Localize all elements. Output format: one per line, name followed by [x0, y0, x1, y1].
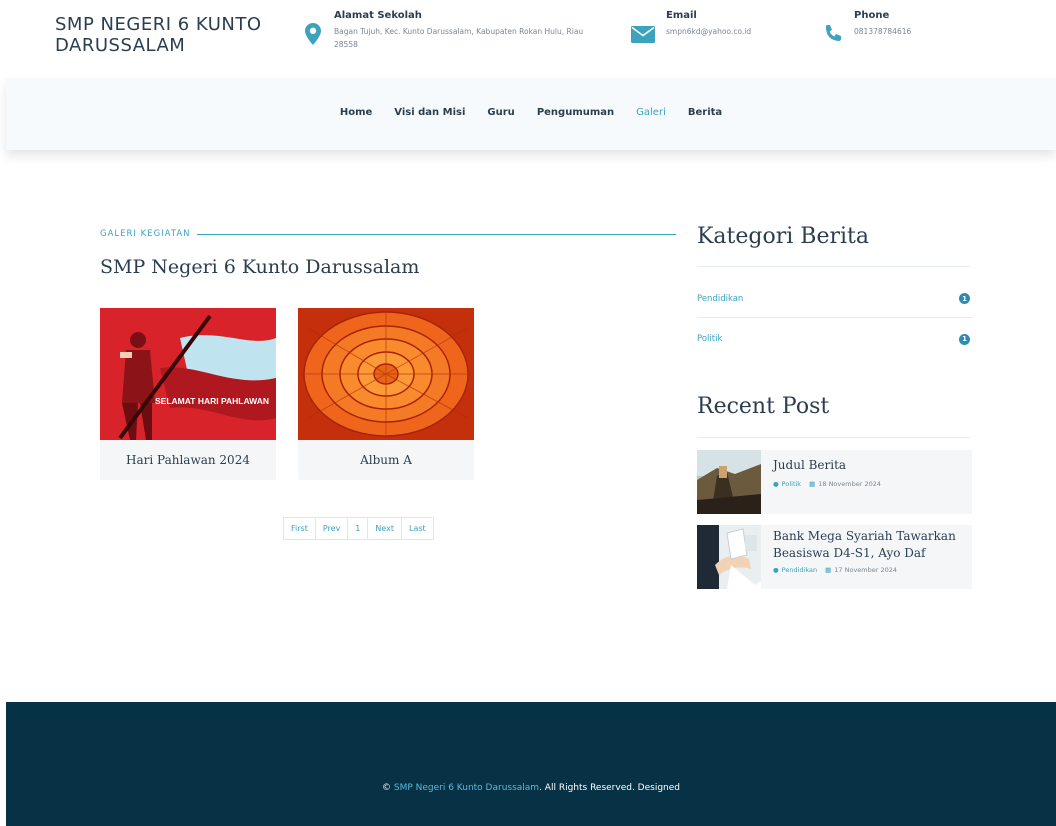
footer-rights-text: . All Rights Reserved. Designed [539, 783, 681, 793]
pager-next[interactable]: Next [368, 518, 403, 539]
phone-info: Phone 081378784616 [822, 10, 911, 48]
category-count-badge: 1 [959, 293, 970, 304]
calendar-icon: ▦ [825, 566, 832, 574]
category-name[interactable]: Politik [697, 334, 722, 344]
post-title[interactable]: Judul Berita [773, 457, 973, 474]
section-divider [196, 233, 676, 235]
footer-site-link[interactable]: SMP Negeri 6 Kunto Darussalam [394, 783, 539, 793]
album-card[interactable]: SELAMAT HARI PAHLAWAN Hari Pahlawan 2024 [100, 308, 276, 480]
album-image-hari-pahlawan[interactable]: SELAMAT HARI PAHLAWAN [100, 308, 276, 440]
pagination: First Prev 1 Next Last [283, 517, 434, 540]
pager-prev[interactable]: Prev [316, 518, 349, 539]
divider [697, 437, 970, 438]
footer-copyright: © SMP Negeri 6 Kunto Darussalam. All Rig… [6, 783, 1056, 793]
envelope-icon [630, 20, 656, 48]
category-name[interactable]: Pendidikan [697, 294, 743, 304]
section-label: GALERI KEGIATAN [100, 229, 676, 239]
post-thumbnail[interactable] [697, 450, 761, 514]
top-bar: SMP NEGERI 6 KUNTO DARUSSALAM Alamat Sek… [0, 0, 1056, 80]
post-category[interactable]: ● Politik [773, 480, 801, 488]
calendar-icon: ▦ [809, 480, 816, 488]
nav-menu: Home Visi dan Misi Guru Pengumuman Galer… [6, 107, 1056, 118]
nav-item-galeri[interactable]: Galeri [636, 107, 666, 118]
email-value[interactable]: smpn6kd@yahoo.co.id [666, 25, 751, 38]
tag-icon: ● [773, 480, 779, 488]
nav-item-guru[interactable]: Guru [487, 107, 514, 118]
site-footer: © SMP Negeri 6 Kunto Darussalam. All Rig… [6, 702, 1056, 826]
recent-post-item[interactable]: Bank Mega Syariah Tawarkan Beasiswa D4-S… [697, 525, 972, 589]
email-title: Email [666, 10, 697, 21]
main-navigation: Home Visi dan Misi Guru Pengumuman Galer… [6, 78, 1056, 150]
album-caption[interactable]: Album A [298, 440, 474, 480]
site-brand[interactable]: SMP NEGERI 6 KUNTO DARUSSALAM [55, 14, 285, 56]
phone-icon [822, 20, 844, 48]
category-item[interactable]: Politik 1 [697, 320, 972, 358]
divider [697, 266, 970, 267]
post-category[interactable]: ● Pendidikan [773, 566, 817, 574]
page-title: SMP Negeri 6 Kunto Darussalam [100, 256, 420, 278]
phone-value[interactable]: 081378784616 [854, 25, 911, 38]
album-image-text: SELAMAT HARI PAHLAWAN [155, 396, 269, 406]
post-title[interactable]: Bank Mega Syariah Tawarkan Beasiswa D4-S… [773, 528, 973, 562]
post-date: ▦ 17 November 2024 [825, 566, 897, 574]
nav-item-pengumuman[interactable]: Pengumuman [537, 107, 614, 118]
category-item[interactable]: Pendidikan 1 [697, 280, 972, 318]
copyright-symbol: © [381, 783, 391, 793]
nav-item-berita[interactable]: Berita [688, 107, 722, 118]
categories-title: Kategori Berita [697, 224, 869, 249]
phone-title: Phone [854, 10, 890, 21]
recent-post-item[interactable]: Judul Berita ● Politik ▦ 18 November 2024 [697, 450, 972, 514]
category-count-badge: 1 [959, 333, 970, 345]
post-date: ▦ 18 November 2024 [809, 480, 881, 488]
pager-current[interactable]: 1 [348, 518, 369, 539]
post-thumbnail[interactable] [697, 525, 761, 589]
recent-post-title: Recent Post [697, 394, 830, 419]
address-title: Alamat Sekolah [334, 10, 422, 21]
album-caption[interactable]: Hari Pahlawan 2024 [100, 440, 276, 480]
post-date-label: 17 November 2024 [834, 566, 898, 574]
post-category-label: Politik [781, 480, 802, 488]
pager-last[interactable]: Last [402, 518, 433, 539]
section-label-text: GALERI KEGIATAN [100, 229, 191, 239]
album-image-flower[interactable] [298, 308, 474, 440]
album-card[interactable]: Album A [298, 308, 474, 480]
address-info: Alamat Sekolah Bagan Tujuh, Kec. Kunto D… [302, 10, 594, 51]
address-value: Bagan Tujuh, Kec. Kunto Darussalam, Kabu… [334, 27, 584, 49]
email-info: Email smpn6kd@yahoo.co.id [630, 10, 751, 48]
tag-icon: ● [773, 566, 779, 574]
post-category-label: Pendidikan [781, 566, 818, 574]
nav-item-home[interactable]: Home [340, 107, 372, 118]
nav-item-visi-misi[interactable]: Visi dan Misi [394, 107, 465, 118]
post-date-label: 18 November 2024 [818, 480, 881, 488]
pager-first[interactable]: First [284, 518, 316, 539]
map-pin-icon [302, 20, 324, 48]
